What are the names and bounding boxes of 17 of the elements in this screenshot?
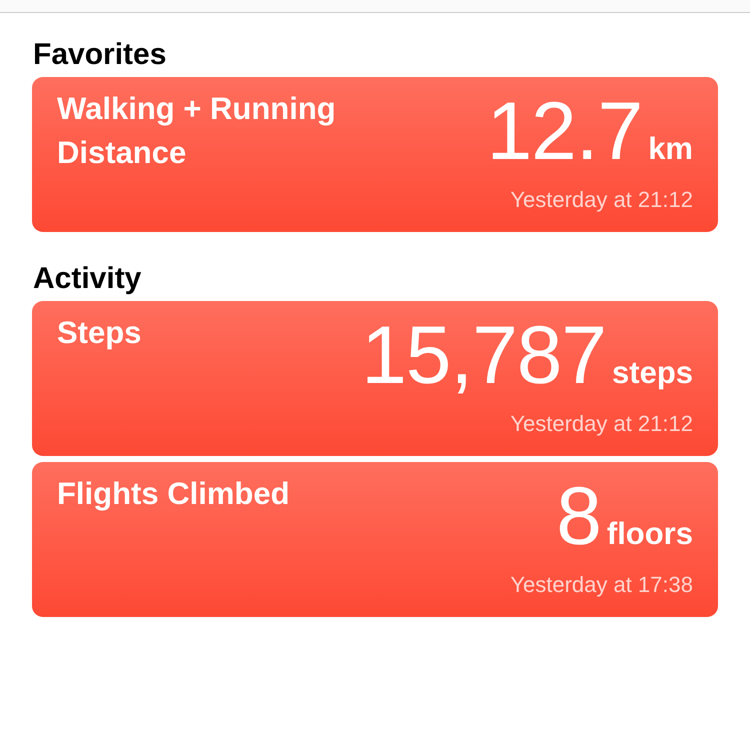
metric-title: Flights Climbed <box>57 475 290 513</box>
timestamp: Yesterday at 21:12 <box>510 410 693 438</box>
metric-unit: floors <box>606 515 693 553</box>
metric-card[interactable]: Flights Climbed 8 floors Yesterday at 17:38 <box>32 462 718 617</box>
metric-unit: km <box>648 130 693 168</box>
metric-card[interactable]: Walking + Running Distance 12.7 km Yesterday at 21:12 <box>32 77 718 232</box>
metric-card[interactable]: Steps 15,787 steps Yesterday at 21:12 <box>32 301 718 456</box>
timestamp: Yesterday at 17:38 <box>510 571 693 599</box>
section-heading: Favorites <box>33 38 168 71</box>
metric-title: Walking + Running Distance <box>57 90 337 172</box>
metric-unit: steps <box>612 354 693 392</box>
metric-title: Steps <box>57 314 142 352</box>
timestamp: Yesterday at 21:12 <box>510 186 693 214</box>
metric-value: 15,787 <box>361 315 606 397</box>
metric-value: 8 <box>556 476 601 558</box>
section-heading: Activity <box>33 262 142 295</box>
metric-value: 12.7 <box>486 91 642 173</box>
